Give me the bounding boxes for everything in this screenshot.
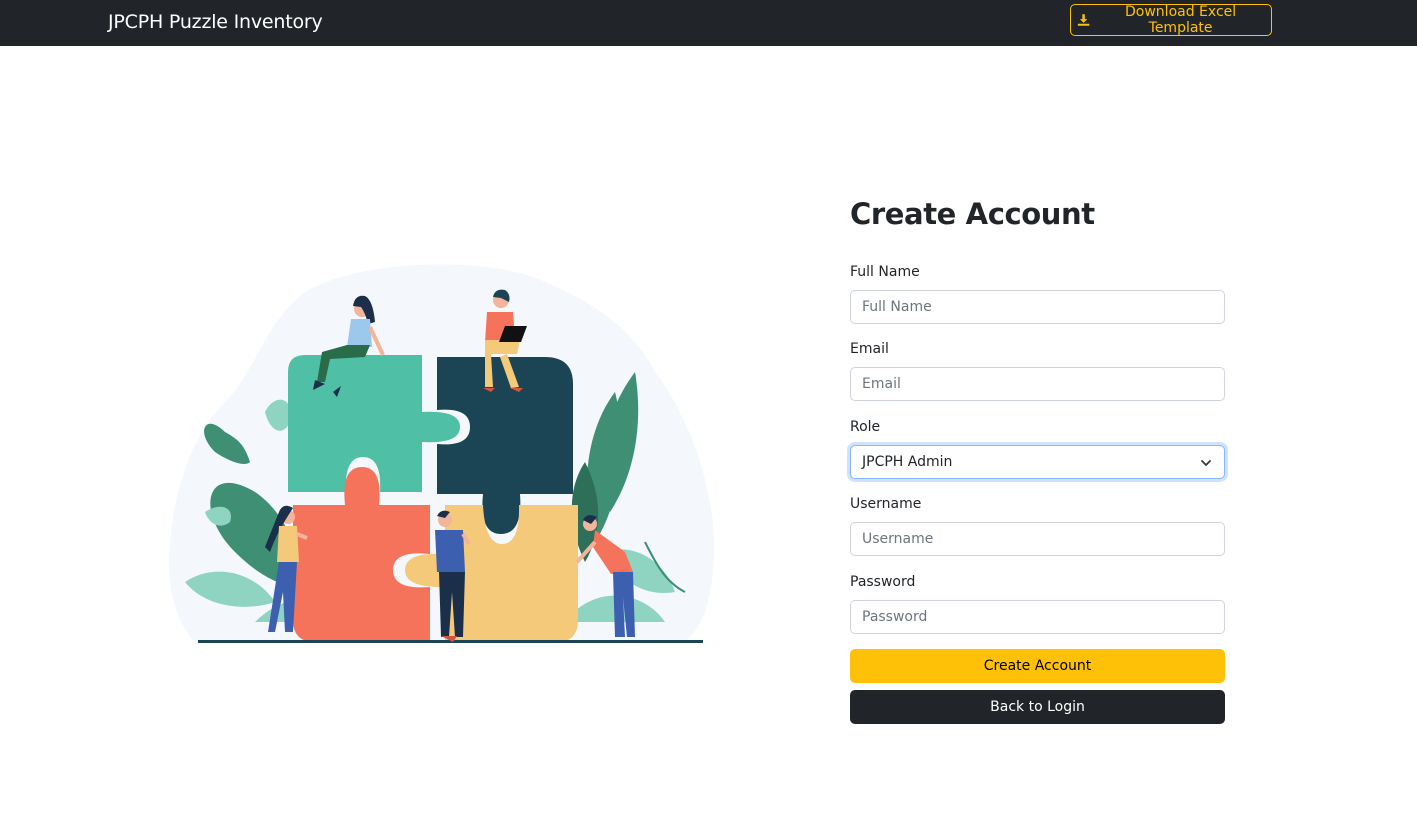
role-label: Role [850,419,881,435]
email-input[interactable] [850,367,1225,401]
top-navbar: JPCPH Puzzle Inventory Download Excel Te… [0,0,1417,46]
full-name-input[interactable] [850,290,1225,324]
email-label: Email [850,341,889,357]
create-account-button[interactable]: Create Account [850,649,1225,683]
role-selected-value: JPCPH Admin [862,454,953,470]
username-input[interactable] [850,522,1225,556]
full-name-label: Full Name [850,264,920,280]
role-select[interactable]: JPCPH Admin [850,445,1225,479]
page-title: Create Account [850,197,1095,231]
team-puzzle-illustration [168,264,715,643]
back-to-login-button[interactable]: Back to Login [850,690,1225,724]
download-button-label: Download Excel Template [1125,4,1237,36]
username-label: Username [850,496,922,512]
password-label: Password [850,574,916,590]
app-brand[interactable]: JPCPH Puzzle Inventory [108,11,323,33]
chevron-down-icon [1201,460,1211,466]
download-icon [1077,14,1090,26]
download-excel-template-button[interactable]: Download Excel Template [1070,4,1272,36]
password-input[interactable] [850,600,1225,634]
